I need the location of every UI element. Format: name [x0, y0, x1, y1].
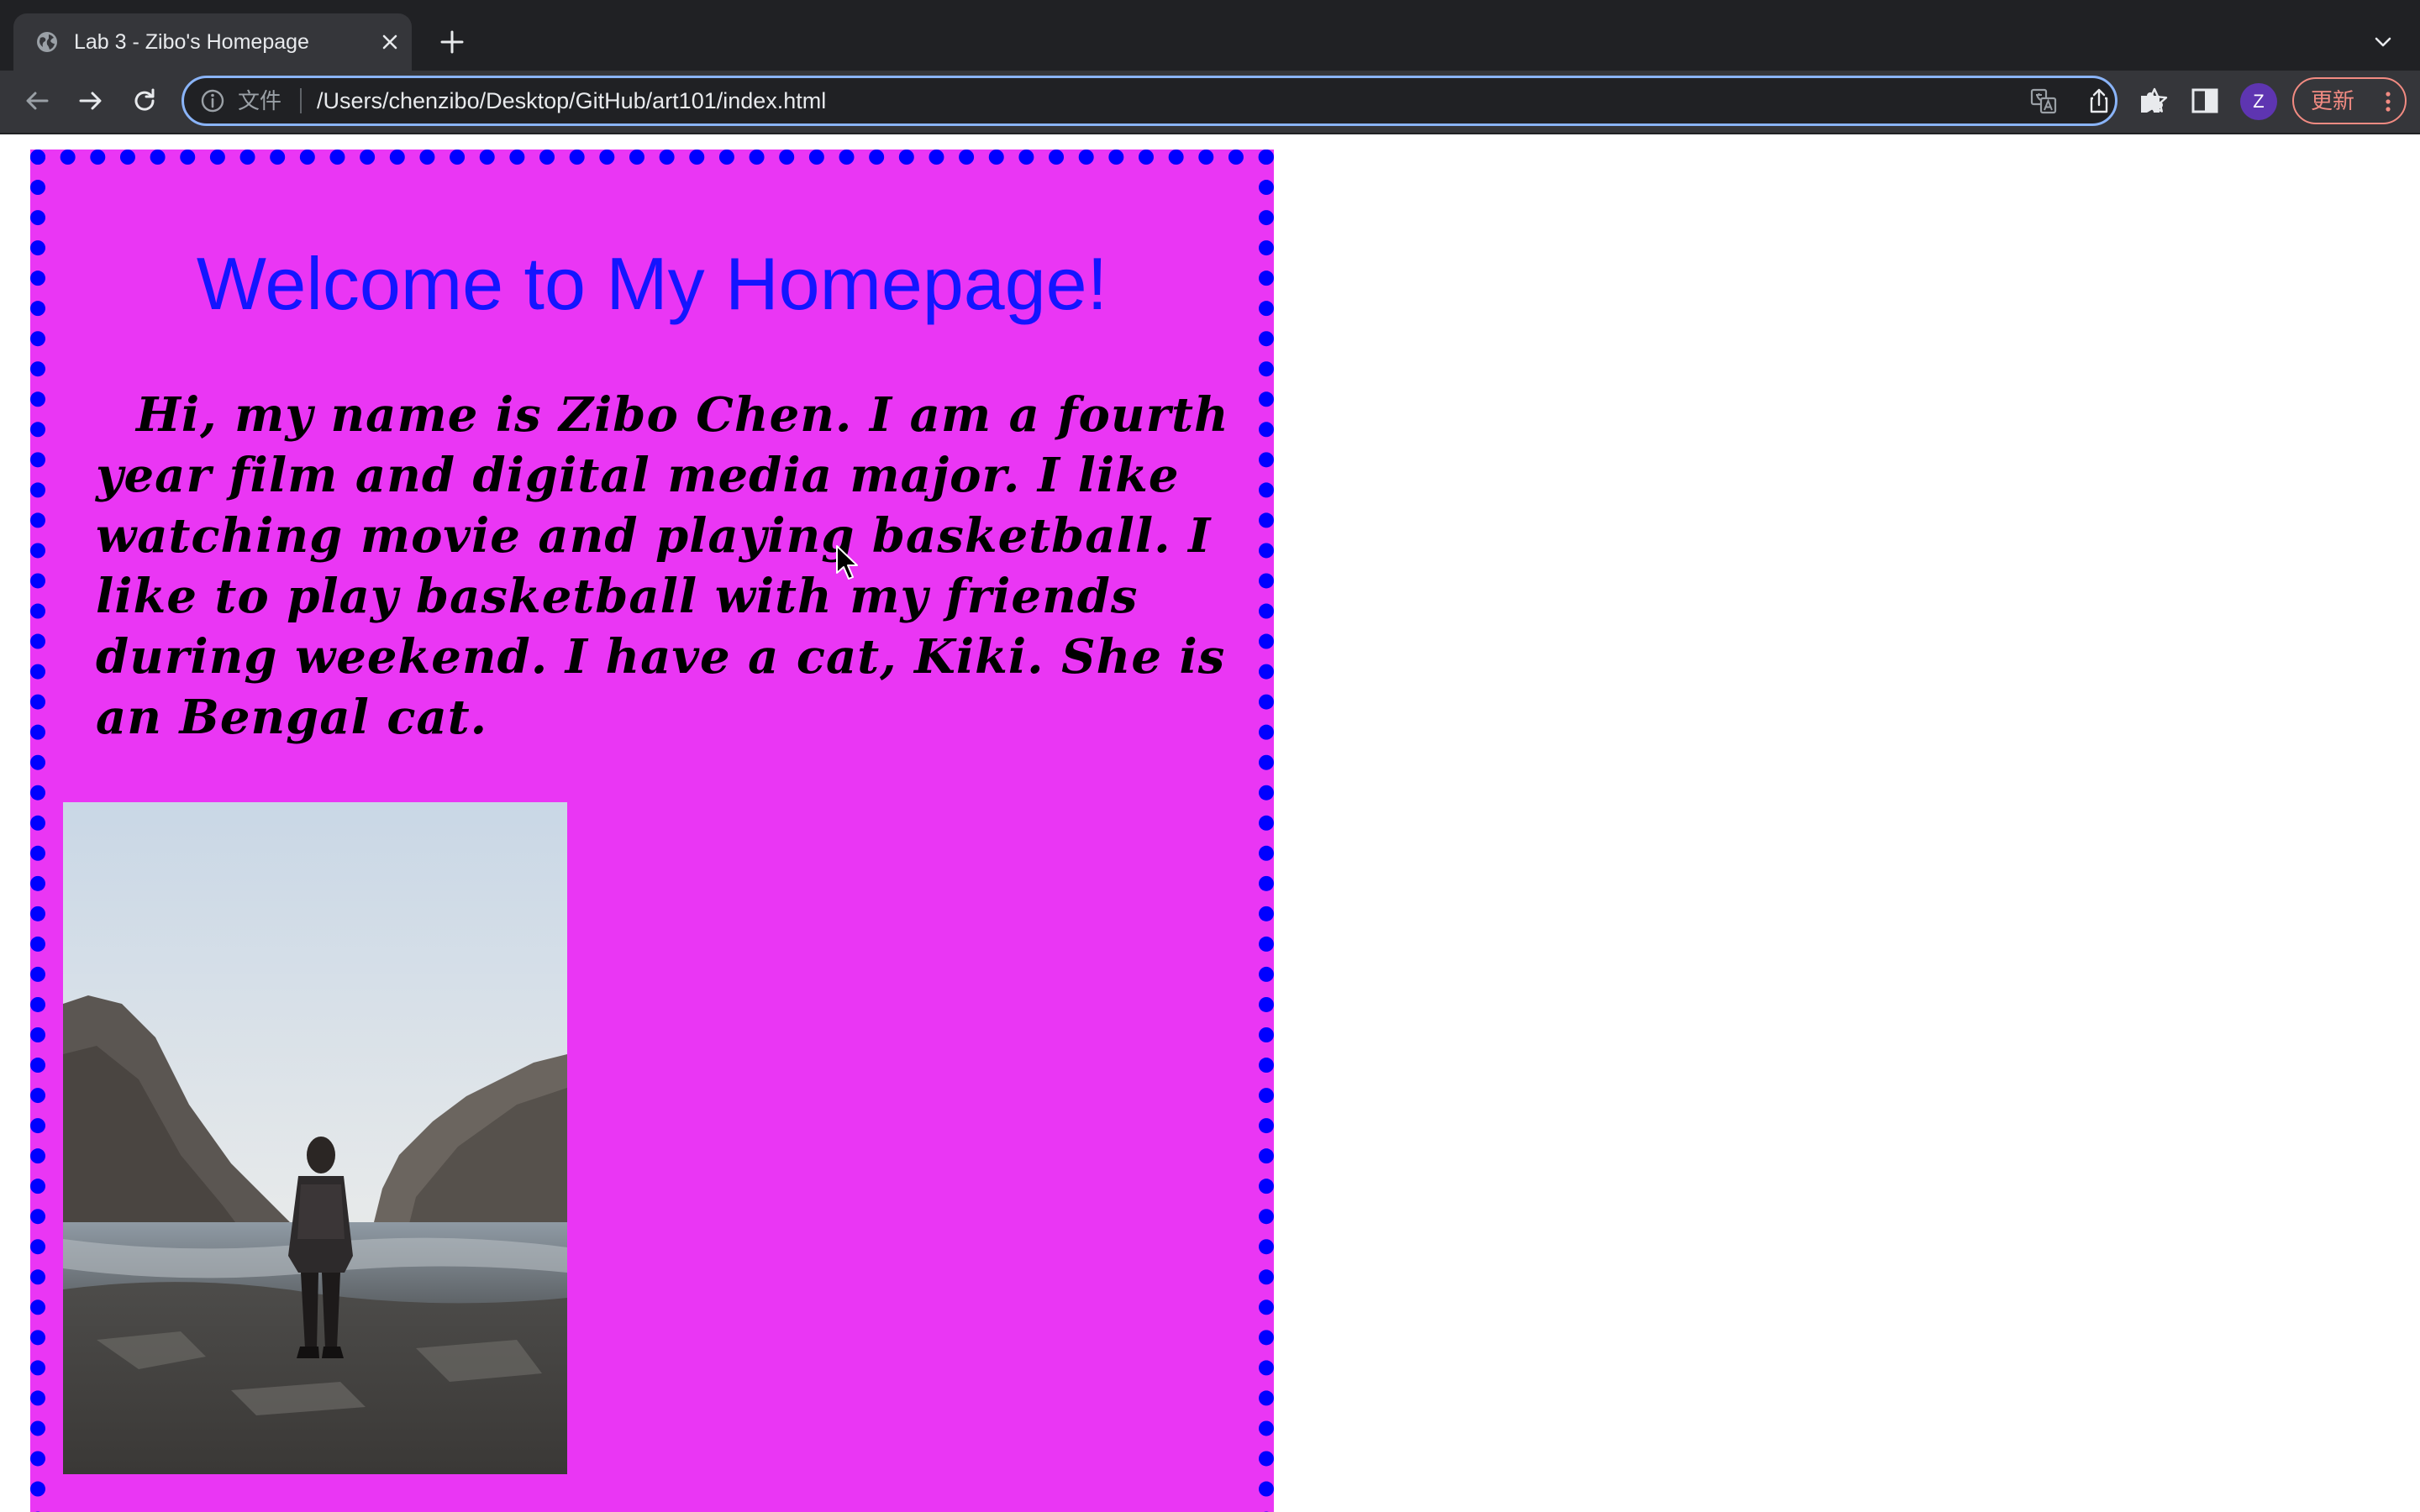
puzzle-icon[interactable]	[2134, 84, 2168, 118]
profile-photo	[63, 802, 567, 1474]
translate-icon[interactable]	[2029, 87, 2058, 115]
side-panel-icon[interactable]	[2188, 84, 2222, 118]
bio-paragraph: Hi, my name is Zibo Chen. I am a fourth …	[96, 387, 1229, 745]
reload-icon[interactable]	[128, 84, 161, 118]
update-button[interactable]: 更新	[2292, 77, 2407, 124]
tab-title: Lab 3 - Zibo's Homepage	[74, 30, 309, 54]
forward-arrow-icon[interactable]	[74, 84, 108, 118]
browser-window: Lab 3 - Zibo's Homepage 文件 /Users/chenzi…	[0, 0, 2420, 1512]
divider	[300, 88, 302, 113]
page-heading: Welcome to My Homepage!	[196, 242, 1108, 325]
chevron-down-icon[interactable]	[2370, 29, 2396, 55]
content-card: Welcome to My Homepage! Hi, my name is Z…	[30, 150, 1274, 1512]
update-label: 更新	[2311, 88, 2355, 113]
scheme-label: 文件	[238, 88, 282, 113]
page-viewport: Welcome to My Homepage! Hi, my name is Z…	[0, 134, 2420, 1512]
info-icon[interactable]	[199, 87, 226, 114]
address-bar[interactable]: 文件 /Users/chenzibo/Desktop/GitHub/art101…	[182, 76, 2168, 126]
back-arrow-icon[interactable]	[20, 84, 54, 118]
tab-strip: Lab 3 - Zibo's Homepage	[0, 0, 2420, 71]
toolbar: 文件 /Users/chenzibo/Desktop/GitHub/art101…	[0, 71, 2420, 134]
share-icon[interactable]	[2085, 87, 2113, 115]
plus-icon[interactable]	[437, 27, 467, 57]
cursor-icon	[836, 545, 858, 580]
more-vert-icon	[2386, 92, 2391, 112]
close-icon[interactable]	[378, 30, 402, 54]
url-text[interactable]: /Users/chenzibo/Desktop/GitHub/art101/in…	[317, 87, 826, 115]
profile-avatar[interactable]: Z	[2240, 83, 2277, 120]
tab-active[interactable]: Lab 3 - Zibo's Homepage	[13, 13, 412, 71]
globe-icon	[37, 32, 57, 52]
